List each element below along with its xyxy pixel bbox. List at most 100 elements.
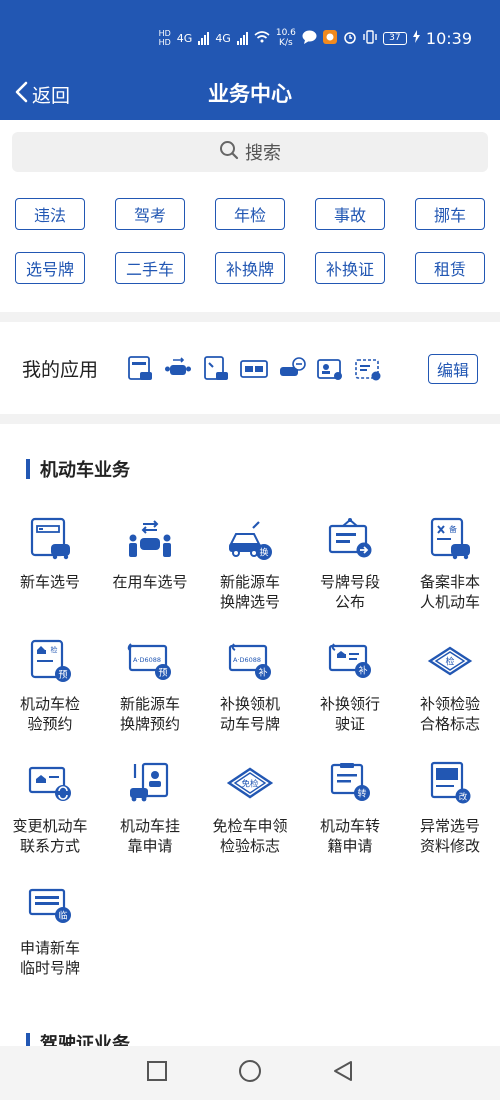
badge-text: 补 [358,665,367,677]
service-affiliation[interactable]: 机动车挂 靠申请 [100,760,200,882]
top-panel: 搜索 违法 驾考 年检 事故 挪车 选号牌 二手车 补换牌 补换证 租赁 [0,120,500,312]
inspection-booking-icon: 检 预 [30,639,71,682]
new-energy-booking-icon: A·D6088 预 [127,643,171,680]
system-nav-bar [0,1046,500,1100]
my-apps-bar: 我的应用 [0,322,500,414]
home-icon[interactable] [238,1059,262,1087]
service-new-car-plate[interactable]: 新车选号 [0,516,100,638]
service-label: 备案非本 人机动车 [419,573,480,611]
search-icon [219,140,239,165]
transfer-icon: 转 [330,763,370,801]
signal-icon-2 [236,31,248,45]
service-label: 新能源车 换牌预约 [119,695,180,733]
badge-text: 预 [58,670,67,681]
signal-icon [198,31,210,45]
net-speed: 10.6 K/s [275,28,296,48]
tag-select-plate[interactable]: 选号牌 [15,252,85,284]
service-new-energy-booking[interactable]: A·D6088 预 新能源车 换牌预约 [100,638,200,760]
quick-tag-grid: 违法 驾考 年检 事故 挪车 选号牌 二手车 补换牌 补换证 租赁 [15,198,485,284]
tag-violation[interactable]: 违法 [15,198,85,230]
wifi-icon [254,30,270,46]
tag-accident[interactable]: 事故 [315,198,385,230]
charging-icon [412,30,420,46]
badge-text: 预 [158,668,167,679]
service-plate-segment[interactable]: 号牌号段 公布 [300,516,400,638]
tag-rental[interactable]: 租赁 [415,252,485,284]
service-label: 变更机动车 联系方式 [12,817,88,855]
service-exempt-label[interactable]: 免检 免检车申领 检验标志 [200,760,300,882]
badge-text: 免检 [241,779,259,790]
service-inspection-label[interactable]: 检 补领检验 合格标志 [400,638,500,760]
section-motor-title: 机动车业务 [26,456,130,482]
service-label: 异常选号 资料修改 [419,817,480,855]
service-new-energy-swap[interactable]: 换 新能源车 换牌选号 [200,516,300,638]
signal-4g-label-2: 4G [215,31,231,45]
service-replace-license[interactable]: 补 补换领行 驶证 [300,638,400,760]
app-notification-icon [322,29,337,47]
my-apps-label: 我的应用 [22,358,99,381]
service-label: 补换领机 动车号牌 [219,695,280,733]
tag-used-car[interactable]: 二手车 [115,252,185,284]
clock: 10:39 [425,28,472,48]
status-bar: HD HD 4G 4G 10.6 K/s 37 10:39 [0,0,500,68]
svg-text:A·D6088: A·D6088 [233,656,261,664]
replace-license-icon: 补 [328,643,371,678]
service-temp-plate[interactable]: 临 申请新车 临时号牌 [0,882,100,1004]
service-record-vehicle[interactable]: 备 备案非本 人机动车 [400,516,500,638]
used-car-plate-icon [129,520,171,557]
record-vehicle-icon: 备 [430,517,470,560]
badge-text: 检 [445,656,454,668]
search-placeholder: 搜索 [245,143,281,164]
new-energy-plate-icon[interactable] [278,355,306,383]
tag-replace-license[interactable]: 补换证 [315,252,385,284]
service-label: 在用车选号 [112,573,188,591]
service-inspection-booking[interactable]: 检 预 机动车检 验预约 [0,638,100,760]
inspection-label-icon: 检 [427,646,473,676]
hd-icon: HD HD [158,29,171,47]
new-energy-swap-icon: 换 [229,521,272,560]
plate-segment-icon[interactable] [240,355,268,383]
temp-plate-icon: 临 [28,888,71,923]
badge-text: 备 [449,524,457,534]
service-label: 机动车转 籍申请 [319,817,380,855]
inspection-label-icon[interactable] [354,355,382,383]
back-button[interactable]: 返回 [14,68,70,120]
abnormal-edit-icon: 改 [430,761,471,804]
tag-move-car[interactable]: 挪车 [415,198,485,230]
battery-icon: 37 [382,31,407,45]
recent-apps-icon[interactable] [146,1060,168,1086]
new-car-plate-icon[interactable] [126,355,154,383]
svg-text:A·D6088: A·D6088 [133,656,161,664]
record-vehicle-icon[interactable] [202,355,230,383]
search-bar[interactable]: 搜索 [12,132,488,172]
service-used-car-plate[interactable]: 在用车选号 [100,516,200,638]
service-transfer[interactable]: 转 机动车转 籍申请 [300,760,400,882]
section-accent-bar [26,459,30,479]
service-label: 号牌号段 公布 [319,573,380,611]
back-nav-icon[interactable] [332,1060,354,1086]
section-driver-title: 驾驶证业务 [26,1030,130,1046]
service-abnormal-edit[interactable]: 改 异常选号 资料修改 [400,760,500,882]
section-accent-bar [26,1033,30,1046]
my-apps-icons [126,355,382,383]
tag-annual-inspection[interactable]: 年检 [215,198,285,230]
change-contact-icon [28,766,71,801]
edit-button[interactable]: 编辑 [428,354,478,384]
service-label: 新能源车 换牌选号 [219,573,280,611]
badge-text: 改 [459,792,468,803]
exempt-label-icon: 免检 [227,767,273,799]
service-label: 免检车申领 检验标志 [212,817,288,855]
badge-text: 临 [58,910,67,922]
tag-driving-exam[interactable]: 驾考 [115,198,185,230]
vibrate-icon [363,29,377,47]
service-label: 机动车检 验预约 [19,695,80,733]
service-change-contact[interactable]: 变更机动车 联系方式 [0,760,100,882]
service-replace-plate[interactable]: A·D6088 补 补换领机 动车号牌 [200,638,300,760]
chevron-left-icon [14,81,28,108]
service-label: 补领检验 合格标志 [419,695,480,733]
new-car-plate-icon [30,517,70,560]
driver-license-icon[interactable] [316,355,344,383]
tag-replace-plate[interactable]: 补换牌 [215,252,285,284]
used-car-plate-icon[interactable] [164,355,192,383]
service-label: 机动车挂 靠申请 [119,817,180,855]
